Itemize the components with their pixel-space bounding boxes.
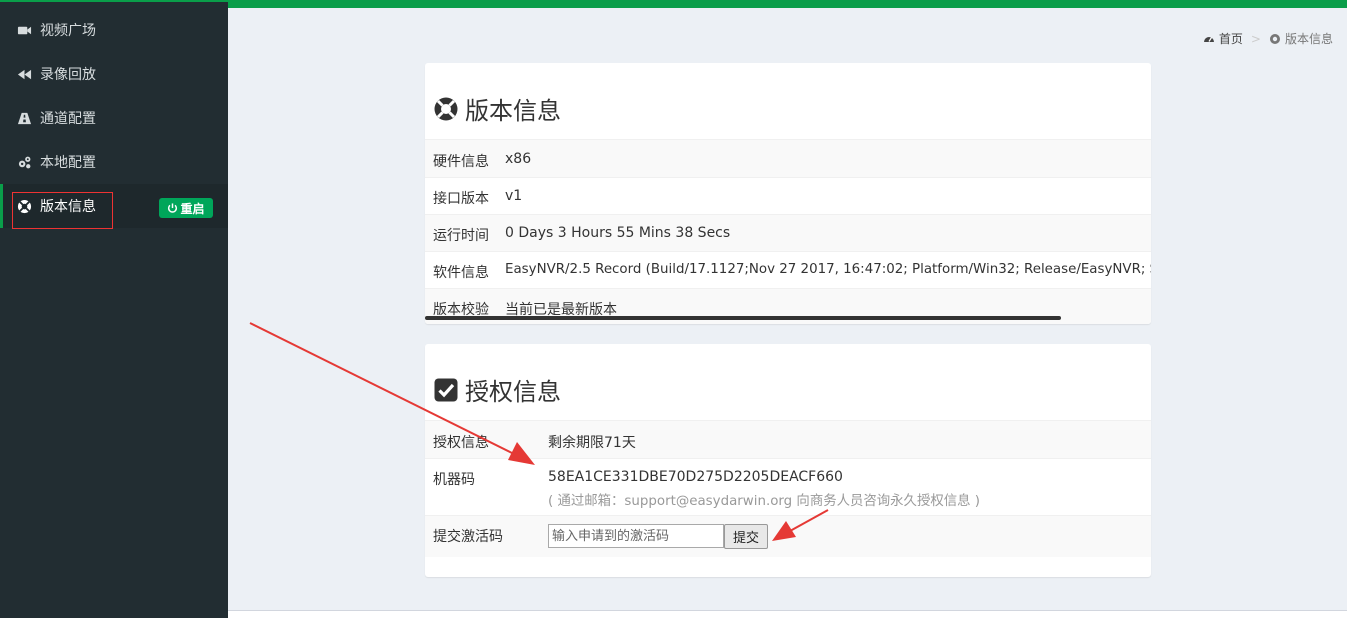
row-label: 硬件信息 <box>433 154 489 170</box>
table-row: 机器码 58EA1CE331DBE70D275D2205DEACF660 ( 通… <box>425 458 1151 515</box>
breadcrumb-separator: > <box>1250 31 1261 46</box>
license-box-title-text: 授权信息 <box>465 378 561 406</box>
sidebar-item-video-square[interactable]: 视频广场 <box>0 8 228 52</box>
table-row: 硬件信息 x86 <box>425 139 1151 177</box>
sidebar-item-local-config[interactable]: 本地配置 <box>0 140 228 184</box>
machine-code-value: 58EA1CE331DBE70D275D2205DEACF660 <box>548 469 843 485</box>
row-label: 软件信息 <box>433 265 489 281</box>
video-camera-icon <box>16 22 32 38</box>
row-label: 授权信息 <box>433 435 489 451</box>
breadcrumb-current-label: 版本信息 <box>1284 32 1333 46</box>
sidebar-item-label: 本地配置 <box>40 155 96 171</box>
breadcrumb: 首页 > 版本信息 <box>1203 30 1333 47</box>
version-box-title: 版本信息 <box>433 91 561 126</box>
sidebar-item-playback[interactable]: 录像回放 <box>0 52 228 96</box>
breadcrumb-current: 版本信息 <box>1269 30 1333 47</box>
row-value: v1 <box>505 188 523 204</box>
contact-note: ( 通过邮箱：support@easydarwin.org 向商务人员咨询永久授… <box>548 494 980 509</box>
row-label: 接口版本 <box>433 191 489 207</box>
breadcrumb-home[interactable]: 首页 <box>1203 30 1243 47</box>
table-row: 运行时间 0 Days 3 Hours 55 Mins 38 Secs <box>425 214 1151 251</box>
version-box-title-text: 版本信息 <box>465 97 561 125</box>
sidebar-item-label: 通道配置 <box>40 111 96 127</box>
life-ring-icon <box>1269 33 1280 44</box>
road-icon <box>16 110 32 126</box>
table-row: 授权信息 剩余期限71天 <box>425 420 1151 458</box>
row-value: 剩余期限71天 <box>548 435 636 451</box>
restart-button[interactable]: 重启 <box>159 198 213 218</box>
table-row: 接口版本 v1 <box>425 177 1151 214</box>
license-info-box: 授权信息 授权信息 剩余期限71天 机器码 58EA1CE331DBE70D27… <box>425 344 1151 577</box>
gears-icon <box>16 154 32 170</box>
life-ring-icon <box>434 97 458 120</box>
row-value: 0 Days 3 Hours 55 Mins 38 Secs <box>505 225 731 241</box>
row-label: 运行时间 <box>433 228 489 244</box>
dashboard-icon <box>1203 36 1214 42</box>
sidebar-item-label: 视频广场 <box>40 23 96 39</box>
table-row: 提交激活码 <box>425 515 1151 557</box>
row-value: EasyNVR/2.5 Record (Build/17.1127;Nov 27… <box>505 262 1151 277</box>
sidebar-item-label: 录像回放 <box>40 67 96 83</box>
version-info-box: 版本信息 硬件信息 x86 接口版本 v1 运行时间 0 Days 3 Hour… <box>425 63 1151 324</box>
activation-code-input[interactable] <box>548 524 724 548</box>
highlight-box <box>12 192 113 229</box>
row-label: 机器码 <box>433 472 475 488</box>
sidebar-item-channel-config[interactable]: 通道配置 <box>0 96 228 140</box>
breadcrumb-home-label: 首页 <box>1218 32 1243 46</box>
checkbox-checked-icon <box>434 378 458 401</box>
row-label: 提交激活码 <box>433 529 503 545</box>
restart-label: 重启 <box>180 201 205 216</box>
horizontal-scrollbar[interactable] <box>425 316 1061 320</box>
table-row: 软件信息 EasyNVR/2.5 Record (Build/17.1127;N… <box>425 251 1151 288</box>
footer-strip <box>228 610 1347 618</box>
backward-icon <box>16 66 32 82</box>
license-box-title: 授权信息 <box>433 372 561 407</box>
row-value: x86 <box>505 151 532 167</box>
power-icon <box>168 202 178 213</box>
submit-button[interactable]: 提交 <box>724 524 768 549</box>
sidebar: 视频广场 录像回放 通道配置 本地配置 版本信息 <box>0 2 228 618</box>
